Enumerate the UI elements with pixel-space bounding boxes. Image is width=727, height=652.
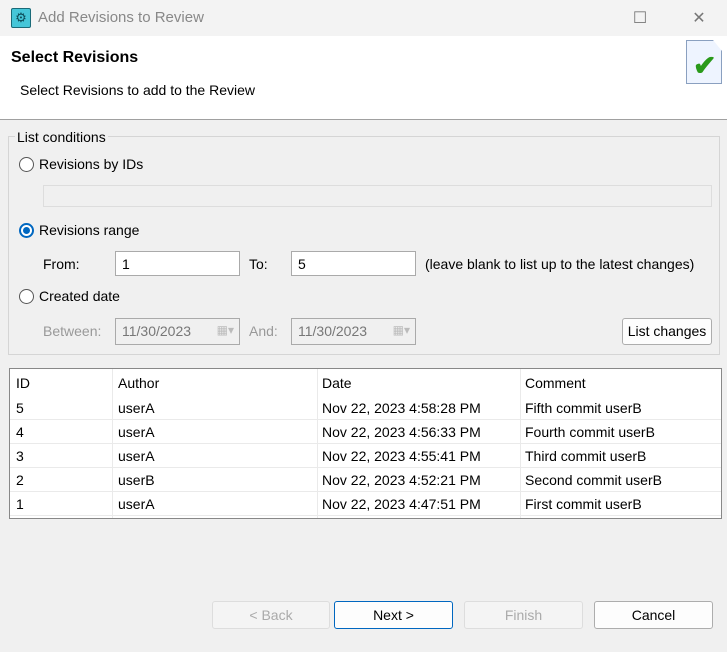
wizard-header: Select Revisions Select Revisions to add…	[0, 36, 727, 120]
between-label: Between:	[43, 323, 102, 339]
cell-date: Nov 22, 2023 4:55:41 PM	[322, 448, 481, 464]
created-date-radio[interactable]	[19, 289, 34, 304]
revision-ids-input[interactable]	[43, 185, 712, 207]
table-row[interactable]: 4 userA Nov 22, 2023 4:56:33 PM Fourth comm…	[10, 420, 721, 444]
column-header-date[interactable]: Date	[322, 375, 352, 391]
table-header: ID Author Date Comment	[10, 369, 721, 396]
created-date-label: Created date	[39, 288, 120, 304]
cell-id: 3	[16, 448, 24, 464]
list-changes-button[interactable]: List changes	[622, 318, 712, 345]
cancel-button[interactable]: Cancel	[594, 601, 713, 629]
from-input[interactable]: 1	[115, 251, 240, 276]
range-hint: (leave blank to list up to the latest ch…	[425, 256, 695, 272]
finish-button[interactable]: Finish	[464, 601, 583, 629]
revisions-table: ID Author Date Comment 5 userA Nov 22, 202…	[9, 368, 722, 519]
from-label: From:	[43, 256, 80, 272]
revisions-by-ids-radio[interactable]	[19, 157, 34, 172]
cell-date: Nov 22, 2023 4:58:28 PM	[322, 400, 481, 416]
cell-comment: Fifth commit userB	[525, 400, 642, 416]
back-button[interactable]: < Back	[212, 601, 330, 629]
window-title: Add Revisions to Review	[38, 9, 204, 26]
cell-date: Nov 22, 2023 4:52:21 PM	[322, 472, 481, 488]
to-input[interactable]: 5	[291, 251, 416, 276]
revisions-range-radio[interactable]	[19, 223, 34, 238]
maximize-button[interactable]: ☐	[625, 8, 655, 28]
calendar-dropdown-icon[interactable]: ▦▾	[393, 323, 410, 337]
column-header-id[interactable]: ID	[16, 375, 30, 391]
cell-author: userB	[118, 472, 155, 488]
and-label: And:	[249, 323, 278, 339]
table-row[interactable]: 1 userA Nov 22, 2023 4:47:51 PM First commi…	[10, 492, 721, 516]
cell-comment: Third commit userB	[525, 448, 647, 464]
cell-date: Nov 22, 2023 4:56:33 PM	[322, 424, 481, 440]
and-date-value: 11/30/2023	[298, 323, 368, 339]
title-bar: ⚙ Add Revisions to Review ☐ ✕	[0, 0, 727, 36]
cell-author: userA	[118, 496, 155, 512]
cell-id: 4	[16, 424, 24, 440]
cell-id: 2	[16, 472, 24, 488]
page-subtitle: Select Revisions to add to the Review	[20, 82, 256, 98]
revisions-range-label: Revisions range	[39, 222, 140, 238]
group-label: List conditions	[15, 129, 108, 145]
table-row[interactable]: 3 userA Nov 22, 2023 4:55:41 PM Third commi…	[10, 444, 721, 468]
cell-date: Nov 22, 2023 4:47:51 PM	[322, 496, 481, 512]
column-header-author[interactable]: Author	[118, 375, 159, 391]
and-date-picker[interactable]: 11/30/2023 ▦▾	[291, 318, 416, 345]
table-row[interactable]: 2 userB Nov 22, 2023 4:52:21 PM Second comm…	[10, 468, 721, 492]
cell-author: userA	[118, 448, 155, 464]
cell-author: userA	[118, 400, 155, 416]
app-icon: ⚙	[11, 8, 31, 28]
to-label: To:	[249, 256, 268, 272]
cell-id: 1	[16, 496, 24, 512]
cell-comment: Second commit userB	[525, 472, 662, 488]
revisions-by-ids-label: Revisions by IDs	[39, 156, 144, 172]
page-title: Select Revisions	[11, 49, 139, 66]
between-date-value: 11/30/2023	[122, 323, 192, 339]
calendar-dropdown-icon[interactable]: ▦▾	[217, 323, 234, 337]
next-button[interactable]: Next >	[334, 601, 453, 629]
cell-comment: First commit userB	[525, 496, 642, 512]
document-check-icon: ✔	[686, 40, 722, 84]
column-header-comment[interactable]: Comment	[525, 375, 586, 391]
close-button[interactable]: ✕	[684, 8, 714, 28]
table-row[interactable]: 5 userA Nov 22, 2023 4:58:28 PM Fifth commi…	[10, 396, 721, 420]
between-date-picker[interactable]: 11/30/2023 ▦▾	[115, 318, 240, 345]
cell-author: userA	[118, 424, 155, 440]
cell-comment: Fourth commit userB	[525, 424, 655, 440]
cell-id: 5	[16, 400, 24, 416]
